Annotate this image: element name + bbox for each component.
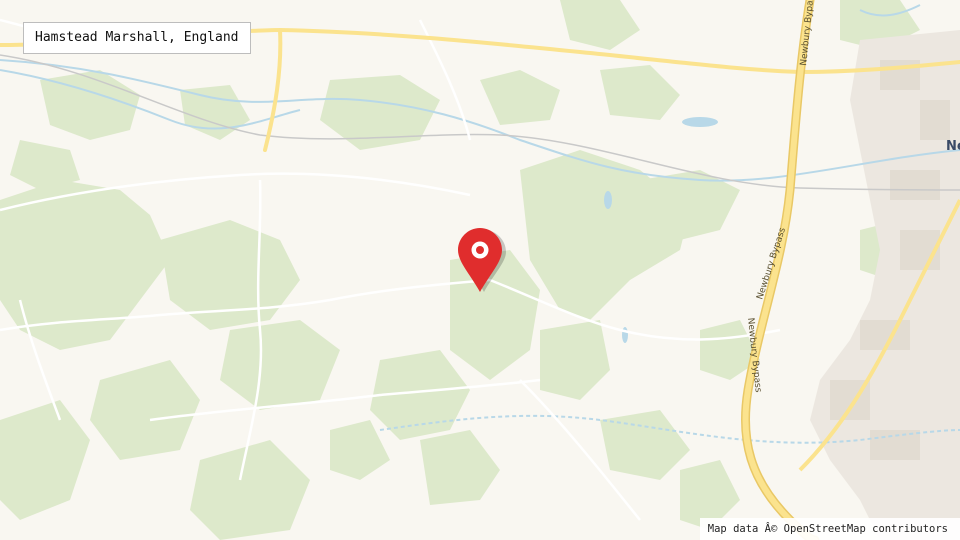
map-pin-center — [476, 246, 484, 254]
map-attribution[interactable]: Map data Â© OpenStreetMap contributors — [699, 518, 960, 540]
location-name-label: Hamstead Marshall, England — [23, 22, 251, 54]
town-label-newbury: Ne — [946, 139, 960, 154]
map-canvas[interactable]: Newbury Bypass Newbury Bypass Newbury By… — [0, 0, 960, 540]
